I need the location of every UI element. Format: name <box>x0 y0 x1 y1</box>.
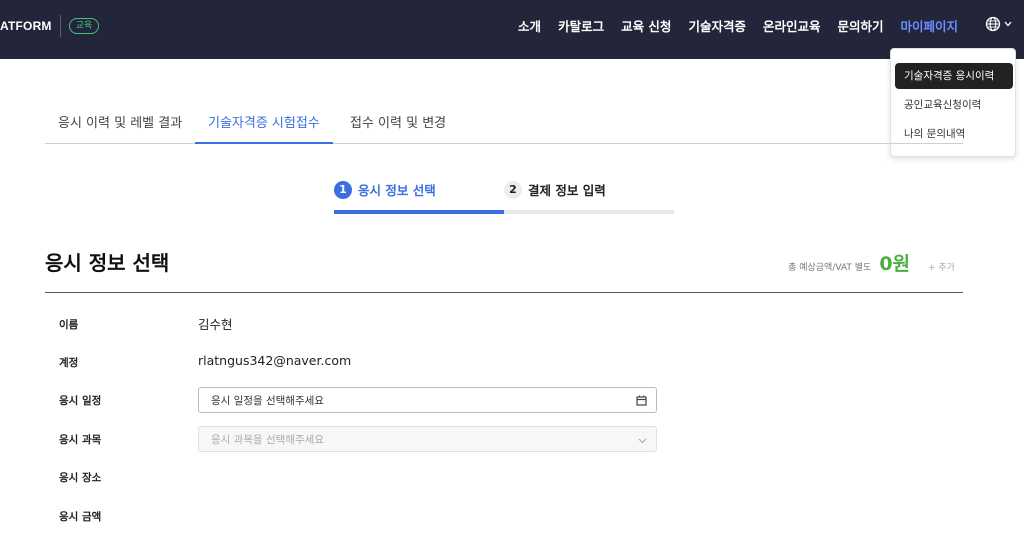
step-2-number: 2 <box>504 180 522 199</box>
subject-placeholder: 응시 과목을 선택해주세요 <box>211 433 324 446</box>
price-summary: 총 예상금액/VAT 별도 0원 + 추가 <box>788 249 955 276</box>
step-1-label: 응시 정보 선택 <box>358 183 436 198</box>
step-1: 1 응시 정보 선택 <box>334 180 436 199</box>
add-button[interactable]: + 추가 <box>928 260 955 273</box>
step-2: 2 결제 정보 입력 <box>504 180 606 199</box>
language-selector[interactable] <box>985 16 1012 32</box>
nav-item-course-apply[interactable]: 교육 신청 <box>621 16 671 35</box>
section-title: 응시 정보 선택 <box>45 251 170 275</box>
tab-cert-registration[interactable]: 기술자격증 시험접수 <box>195 112 333 144</box>
step-2-label: 결제 정보 입력 <box>528 183 606 198</box>
dropdown-item-cert-history[interactable]: 기술자격증 응시이력 <box>895 63 1013 89</box>
account-value: rlatngus342@naver.com <box>198 353 352 368</box>
calendar-icon <box>636 395 647 409</box>
tab-registration-history[interactable]: 접수 이력 및 변경 <box>350 112 446 143</box>
chevron-down-icon <box>1004 21 1012 27</box>
subject-select[interactable]: 응시 과목을 선택해주세요 <box>198 426 657 452</box>
subject-label: 응시 과목 <box>59 434 102 446</box>
brand-badge: 교육 <box>68 18 100 34</box>
step-progress-track <box>334 210 674 214</box>
step-indicator: 1 응시 정보 선택 2 결제 정보 입력 <box>334 180 674 214</box>
section-divider <box>45 292 963 293</box>
nav-item-catalog[interactable]: 카탈로그 <box>558 16 604 35</box>
top-header: ATFORM 교육 소개 카탈로그 교육 신청 기술자격증 온라인교육 문의하기… <box>0 0 1024 59</box>
schedule-placeholder: 응시 일정을 선택해주세요 <box>211 394 324 407</box>
nav-item-mypage[interactable]: 마이페이지 <box>900 16 958 35</box>
brand[interactable]: ATFORM 교육 <box>0 15 100 37</box>
total-price-label: 총 예상금액/VAT 별도 <box>788 263 872 273</box>
name-label: 이름 <box>59 319 79 331</box>
account-label: 계정 <box>59 357 79 369</box>
globe-icon <box>985 16 1001 32</box>
nav-item-certification[interactable]: 기술자격증 <box>688 16 746 35</box>
schedule-date-picker[interactable]: 응시 일정을 선택해주세요 <box>198 387 657 413</box>
chevron-down-icon <box>638 435 647 447</box>
nav-item-intro[interactable]: 소개 <box>518 16 541 35</box>
name-value: 김수현 <box>198 317 233 332</box>
brand-divider <box>59 15 61 37</box>
total-price-value: 0원 <box>879 253 911 275</box>
brand-logo-text: ATFORM <box>0 19 52 33</box>
venue-label: 응시 장소 <box>59 472 102 484</box>
tab-bar: 응시 이력 및 레벨 결과 기술자격증 시험접수 접수 이력 및 변경 <box>45 106 963 144</box>
main-nav: 소개 카탈로그 교육 신청 기술자격증 온라인교육 문의하기 마이페이지 <box>501 16 958 34</box>
step-progress-fill <box>334 210 504 214</box>
nav-item-online-course[interactable]: 온라인교육 <box>763 16 821 35</box>
tab-history-results[interactable]: 응시 이력 및 레벨 결과 <box>58 112 182 143</box>
schedule-label: 응시 일정 <box>59 395 102 407</box>
nav-item-contact[interactable]: 문의하기 <box>837 16 883 35</box>
step-1-number: 1 <box>334 180 352 199</box>
fee-label: 응시 금액 <box>59 511 102 523</box>
